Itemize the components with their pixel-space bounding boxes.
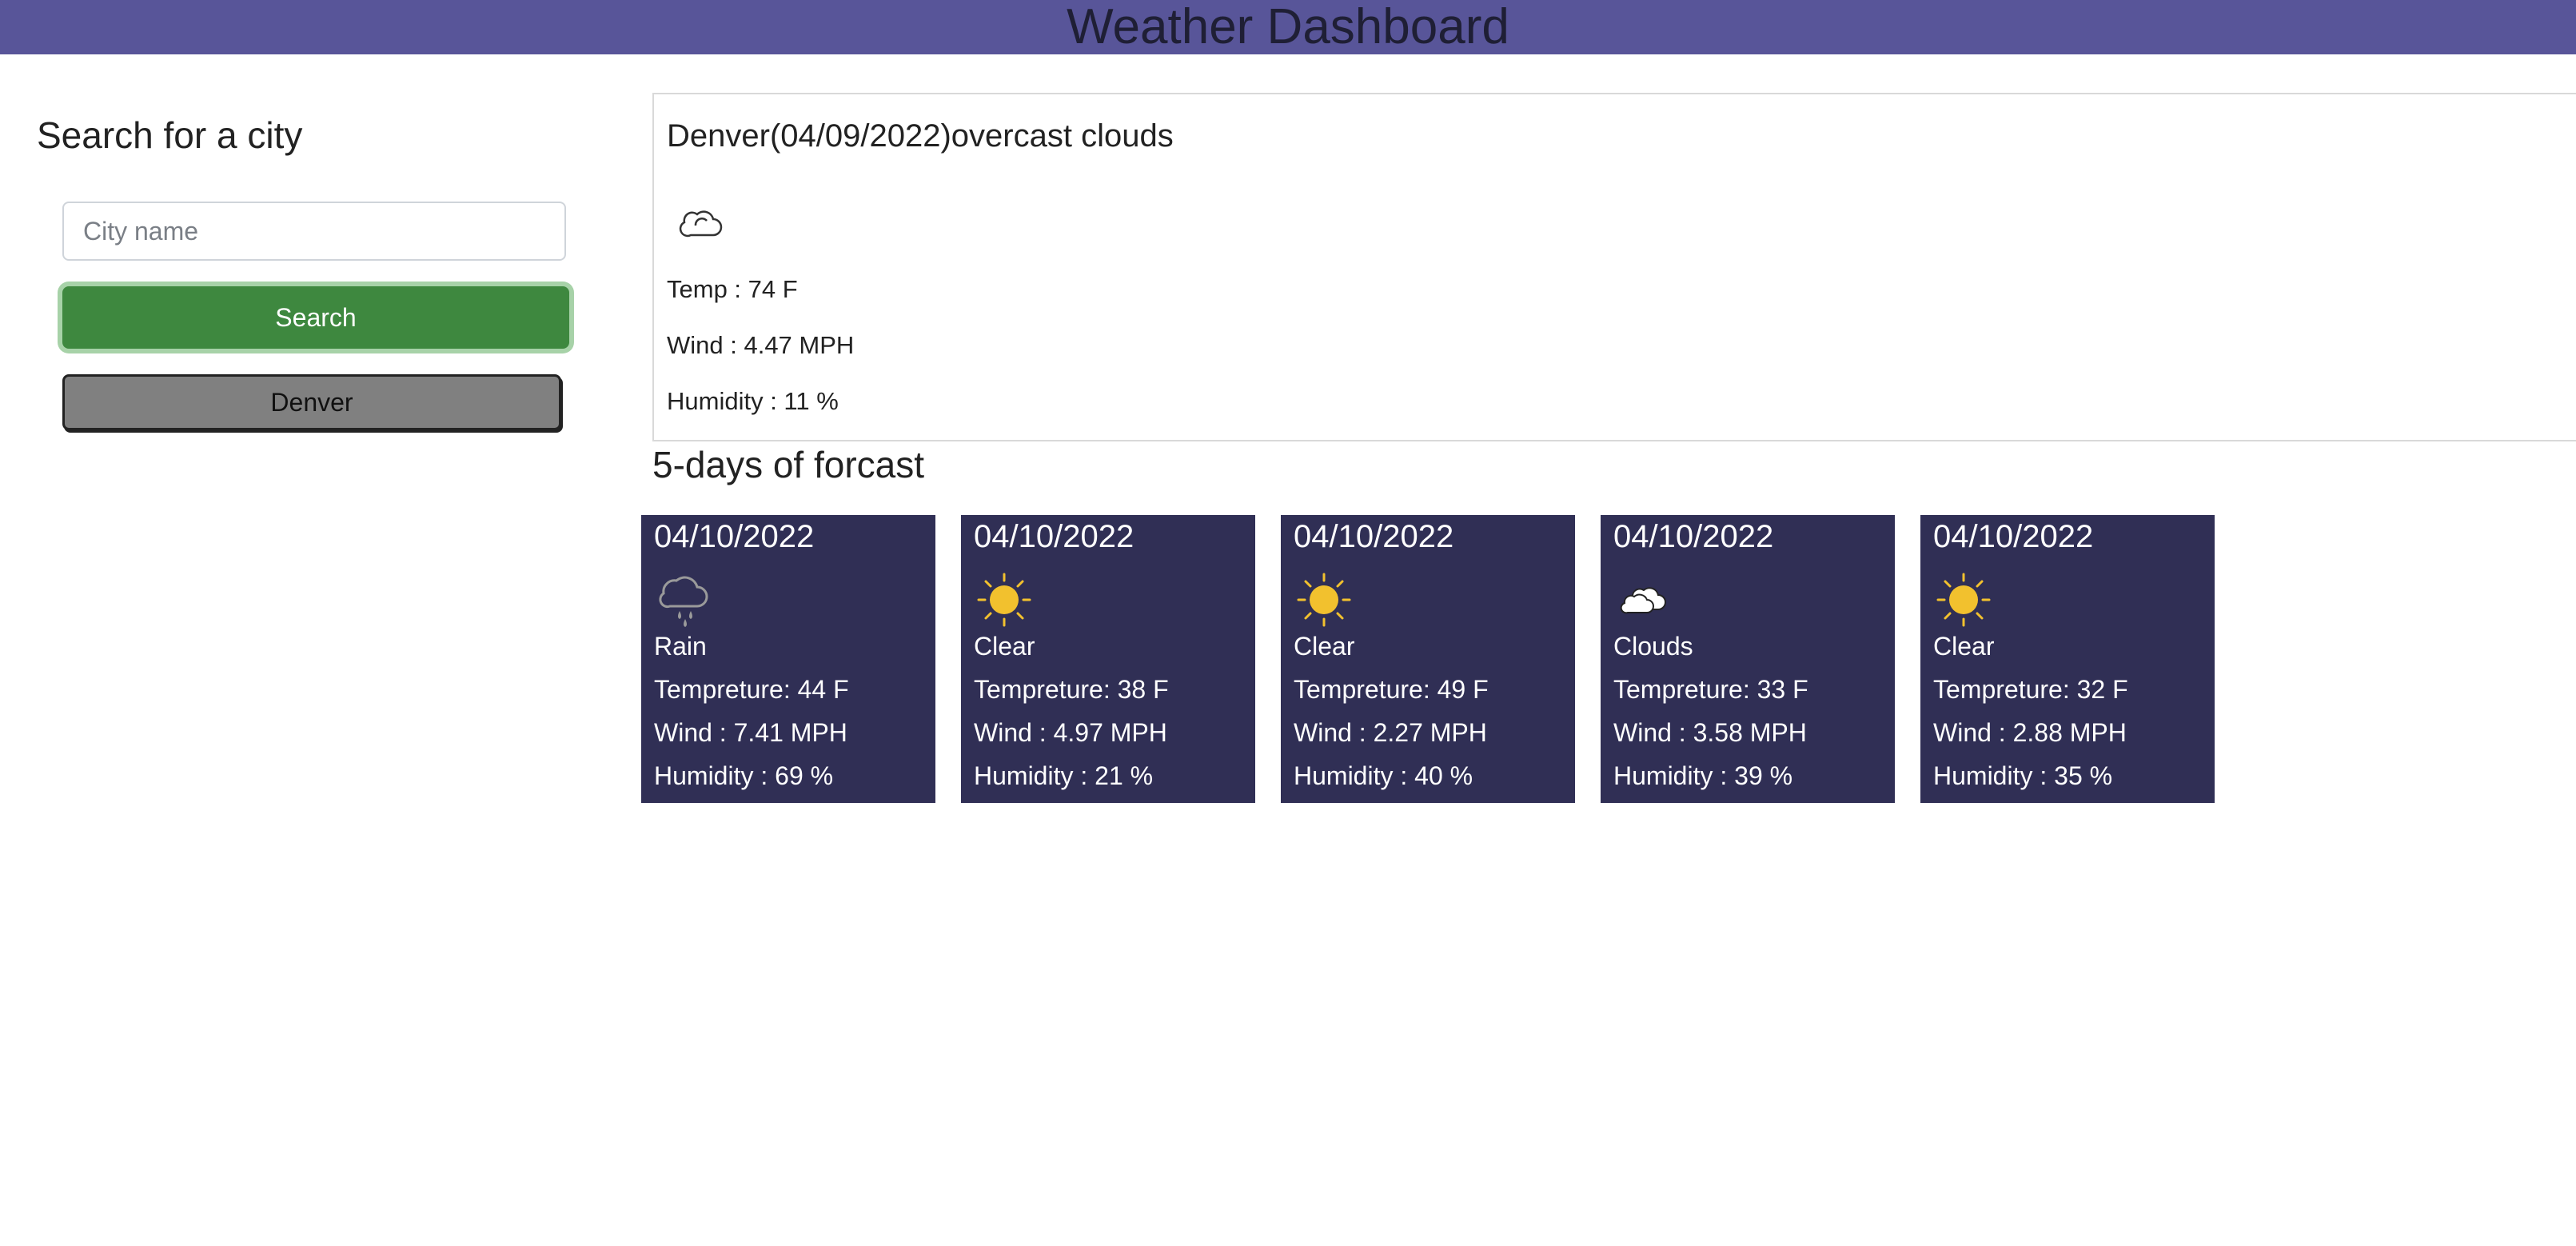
forecast-condition: Clouds <box>1613 632 1693 661</box>
forecast-date: 04/10/2022 <box>654 519 815 554</box>
page-title: Weather Dashboard <box>1067 0 1509 54</box>
sun-icon <box>1297 573 1351 627</box>
forecast-wind: Wind : 4.97 MPH <box>974 718 1167 747</box>
forecast-card: 04/10/2022 Clouds Tempreture: 33 F Wind … <box>1601 515 1895 803</box>
forecast-temp: Tempreture: 38 F <box>974 675 1169 704</box>
forecast-temp: Tempreture: 32 F <box>1933 675 2128 704</box>
current-humidity: Humidity : 11 % <box>667 387 839 415</box>
forecast-temp: Tempreture: 44 F <box>654 675 849 704</box>
forecast-temp: Tempreture: 33 F <box>1613 675 1808 704</box>
forecast-wind: Wind : 2.27 MPH <box>1294 718 1487 747</box>
cloud-icon <box>1620 587 1666 614</box>
forecast-humidity: Humidity : 69 % <box>654 761 834 790</box>
forecast-wind: Wind : 7.41 MPH <box>654 718 847 747</box>
forecast-wind: Wind : 3.58 MPH <box>1613 718 1807 747</box>
forecast-wind: Wind : 2.88 MPH <box>1933 718 2127 747</box>
forecast-humidity: Humidity : 35 % <box>1933 761 2113 790</box>
forecast-card: 04/10/2022 Rain Tempreture: 44 F Wind : … <box>641 515 935 803</box>
forecast-humidity: Humidity : 40 % <box>1294 761 1473 790</box>
forecast-card: 04/10/2022 Clear Tempreture: 38 F Wind :… <box>961 515 1255 803</box>
sun-icon <box>1936 573 1991 627</box>
current-temp: Temp : 74 F <box>667 275 798 303</box>
forecast-condition: Rain <box>654 632 707 661</box>
city-search-input[interactable] <box>62 202 566 261</box>
forecast-condition: Clear <box>1933 632 1995 661</box>
forecast-humidity: Humidity : 21 % <box>974 761 1154 790</box>
forecast-temp: Tempreture: 49 F <box>1294 675 1489 704</box>
search-heading: Search for a city <box>37 114 303 156</box>
current-weather-title: Denver(04/09/2022)overcast clouds <box>667 118 1174 154</box>
forecast-date: 04/10/2022 <box>1613 519 1774 554</box>
forecast-date: 04/10/2022 <box>974 519 1134 554</box>
forecast-card: 04/10/2022 Clear Tempreture: 32 F Wind :… <box>1920 515 2215 803</box>
forecast-date: 04/10/2022 <box>1933 519 2094 554</box>
cloud-outline-icon <box>679 210 723 238</box>
forecast-humidity: Humidity : 39 % <box>1613 761 1793 790</box>
current-weather-panel: Denver(04/09/2022)overcast clouds Temp :… <box>652 93 2576 441</box>
forecast-heading: 5-days of forcast <box>652 444 925 485</box>
search-button[interactable]: Search <box>62 286 569 349</box>
current-wind: Wind : 4.47 MPH <box>667 331 855 359</box>
forecast-card: 04/10/2022 Clear Tempreture: 49 F Wind :… <box>1281 515 1575 803</box>
forecast-condition: Clear <box>1294 632 1355 661</box>
header-bar: Weather Dashboard <box>0 0 2576 54</box>
history-button-denver[interactable]: Denver <box>62 374 561 430</box>
rain-cloud-icon <box>659 576 708 627</box>
forecast-condition: Clear <box>974 632 1035 661</box>
sun-icon <box>977 573 1031 627</box>
forecast-date: 04/10/2022 <box>1294 519 1454 554</box>
